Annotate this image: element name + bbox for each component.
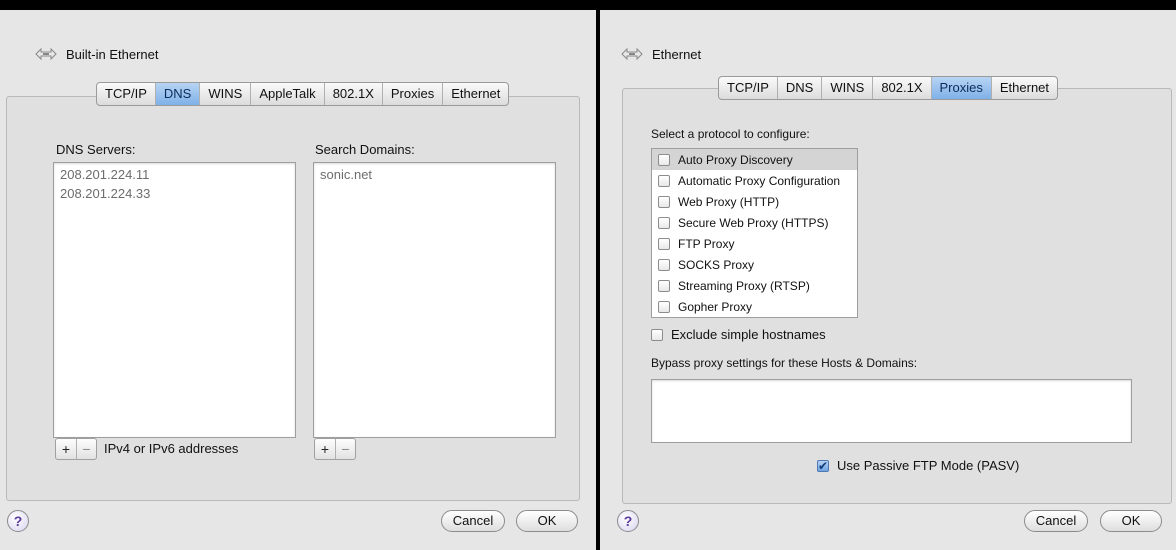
tab-tcpip[interactable]: TCP/IP <box>719 77 778 99</box>
passive-ftp-checkbox[interactable]: ✔ <box>817 458 829 473</box>
dialog-header: Built-in Ethernet <box>34 44 159 64</box>
checkbox[interactable] <box>658 258 670 271</box>
dns-servers-label: DNS Servers: <box>56 142 136 157</box>
tab-proxies[interactable]: Proxies <box>931 77 992 99</box>
protocol-label: Auto Proxy Discovery <box>678 152 793 167</box>
list-item[interactable]: FTP Proxy <box>652 233 857 254</box>
help-icon[interactable]: ? <box>7 510 29 532</box>
bypass-hosts-field[interactable] <box>651 379 1132 443</box>
list-item[interactable]: Auto Proxy Discovery <box>652 149 857 170</box>
tab-wins[interactable]: WINS <box>200 83 252 105</box>
ok-button[interactable]: OK <box>1100 510 1162 532</box>
checkbox[interactable] <box>658 174 670 187</box>
list-item[interactable]: Secure Web Proxy (HTTPS) <box>652 212 857 233</box>
list-item[interactable]: 208.201.224.33 <box>54 184 295 203</box>
tab-8021x[interactable]: 802.1X <box>873 77 932 99</box>
protocol-label: SOCKS Proxy <box>678 257 755 272</box>
tab-tcpip[interactable]: TCP/IP <box>97 83 156 105</box>
protocol-label: Gopher Proxy <box>678 299 753 314</box>
help-icon[interactable]: ? <box>617 510 639 532</box>
tab-ethernet[interactable]: Ethernet <box>443 83 508 105</box>
checkbox[interactable] <box>658 153 670 166</box>
dns-servers-plus-minus: + − <box>55 438 97 460</box>
search-domains-list[interactable]: sonic.net <box>313 162 556 438</box>
dns-servers-list[interactable]: 208.201.224.11 208.201.224.33 <box>53 162 296 438</box>
ok-button[interactable]: OK <box>516 510 578 532</box>
tab-wins[interactable]: WINS <box>822 77 874 99</box>
list-item[interactable]: Gopher Proxy <box>652 296 857 317</box>
tab-ethernet[interactable]: Ethernet <box>992 77 1057 99</box>
addresses-hint: IPv4 or IPv6 addresses <box>104 441 239 456</box>
search-domains-label: Search Domains: <box>315 142 415 157</box>
exclude-hostnames-checkbox[interactable] <box>651 328 663 341</box>
tab-proxies[interactable]: Proxies <box>383 83 444 105</box>
bypass-proxy-label: Bypass proxy settings for these Hosts & … <box>651 356 918 370</box>
checkbox[interactable] <box>658 279 670 292</box>
exclude-simple-hostnames[interactable]: Exclude simple hostnames <box>651 327 826 342</box>
select-protocol-label: Select a protocol to configure: <box>651 127 810 141</box>
checkbox[interactable] <box>658 300 670 313</box>
ethernet-arrows-icon <box>34 44 58 64</box>
dialog-title: Built-in Ethernet <box>66 46 159 62</box>
list-item[interactable]: Automatic Proxy Configuration <box>652 170 857 191</box>
settings-tabs: TCP/IP DNS WINS 802.1X Proxies Ethernet <box>718 76 1059 100</box>
remove-dns-server-button[interactable]: − <box>76 439 96 459</box>
protocol-list: Auto Proxy Discovery Automatic Proxy Con… <box>651 148 858 318</box>
ethernet-arrows-icon <box>620 44 644 64</box>
list-item[interactable]: Web Proxy (HTTP) <box>652 191 857 212</box>
tab-dns[interactable]: DNS <box>778 77 823 99</box>
protocol-label: Streaming Proxy (RTSP) <box>678 278 810 293</box>
list-item[interactable]: Streaming Proxy (RTSP) <box>652 275 857 296</box>
list-item[interactable]: 208.201.224.11 <box>54 163 295 184</box>
list-item[interactable]: sonic.net <box>314 163 555 184</box>
tab-dns[interactable]: DNS <box>155 83 201 105</box>
add-dns-server-button[interactable]: + <box>56 439 76 459</box>
passive-ftp-mode[interactable]: ✔ Use Passive FTP Mode (PASV) <box>817 458 1019 473</box>
search-domains-plus-minus: + − <box>314 438 356 460</box>
dialog-title: Ethernet <box>652 46 702 62</box>
tab-appletalk[interactable]: AppleTalk <box>251 83 325 105</box>
settings-tabs: TCP/IP DNS WINS AppleTalk 802.1X Proxies… <box>96 82 510 106</box>
passive-ftp-label: Use Passive FTP Mode (PASV) <box>837 458 1020 473</box>
checkbox[interactable] <box>658 237 670 250</box>
cancel-button[interactable]: Cancel <box>1024 510 1088 532</box>
remove-search-domain-button[interactable]: − <box>335 439 355 459</box>
list-item[interactable]: SOCKS Proxy <box>652 254 857 275</box>
protocol-label: Web Proxy (HTTP) <box>678 194 780 209</box>
checkmark-icon: ✔ <box>817 458 829 473</box>
protocol-label: Automatic Proxy Configuration <box>678 173 841 188</box>
add-search-domain-button[interactable]: + <box>315 439 335 459</box>
protocol-label: FTP Proxy <box>678 236 735 251</box>
cancel-button[interactable]: Cancel <box>441 510 505 532</box>
exclude-hostnames-label: Exclude simple hostnames <box>671 327 826 342</box>
tab-8021x[interactable]: 802.1X <box>325 83 383 105</box>
built-in-ethernet-dialog: Built-in Ethernet TCP/IP DNS WINS AppleT… <box>0 10 596 550</box>
protocol-label: Secure Web Proxy (HTTPS) <box>678 215 829 230</box>
checkbox[interactable] <box>658 216 670 229</box>
dialog-header: Ethernet <box>620 44 701 64</box>
checkbox[interactable] <box>658 195 670 208</box>
